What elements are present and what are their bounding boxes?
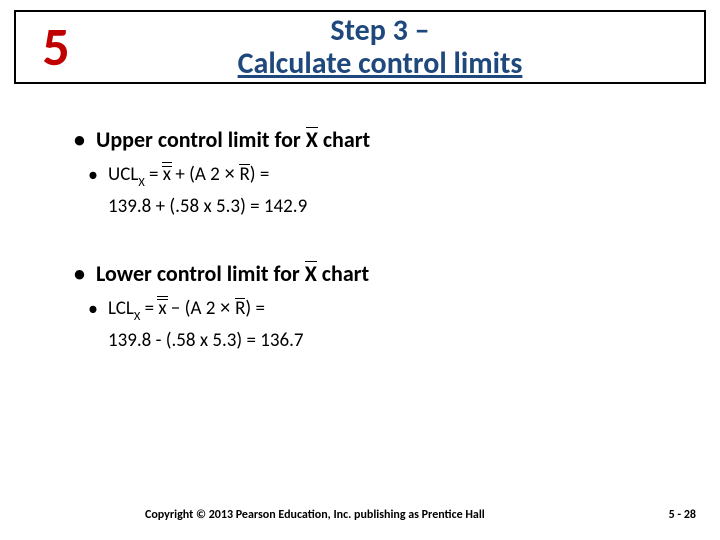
xbar-symbol: X xyxy=(306,126,318,153)
title-line-1: Step 3 – xyxy=(96,14,664,47)
copyright: Copyright © 2013 Pearson Education, Inc.… xyxy=(145,508,485,522)
lower-heading: Lower control limit for X chart xyxy=(96,260,636,287)
lcl-label: LCL xyxy=(108,297,134,320)
times-icon: × xyxy=(220,298,231,319)
xbar-symbol: X xyxy=(305,260,317,287)
r-bar: R xyxy=(239,163,249,186)
chapter-number: 5 xyxy=(16,20,96,74)
ucl-label: UCL xyxy=(108,163,138,186)
upper-formula-numeric: 139.8 + (.58 x 5.3) = 142.9 xyxy=(108,195,636,218)
times-icon: × xyxy=(224,164,235,185)
upper-heading-suffix: chart xyxy=(318,126,370,153)
lcl-op: − (A 2 xyxy=(167,297,220,320)
lcl-subscript: X xyxy=(134,309,140,324)
upper-formula-symbolic: UCLX = x + (A 2 × R) = xyxy=(108,163,636,189)
ucl-subscript: X xyxy=(138,175,144,190)
title-box: 5 Step 3 – Calculate control limits xyxy=(14,10,706,84)
x-double-bar: x xyxy=(158,297,166,320)
page-number: 5 - 28 xyxy=(669,508,696,522)
lower-block: Lower control limit for X chart LCLX = x… xyxy=(96,260,636,352)
lower-heading-suffix: chart xyxy=(317,260,369,287)
upper-heading-prefix: Upper control limit for xyxy=(96,126,306,153)
ucl-close: ) = xyxy=(250,163,270,186)
lcl-close: ) = xyxy=(245,297,265,320)
body: Upper control limit for X chart UCLX = x… xyxy=(96,108,636,358)
lower-formula-numeric: 139.8 - (.58 x 5.3) = 136.7 xyxy=(108,329,636,352)
r-bar: R xyxy=(235,297,245,320)
lower-heading-prefix: Lower control limit for xyxy=(96,260,305,287)
slide: 5 Step 3 – Calculate control limits Uppe… xyxy=(0,0,720,540)
lower-formula-symbolic: LCLX = x − (A 2 × R) = xyxy=(108,297,636,323)
eq: = xyxy=(145,163,163,186)
ucl-op: + (A 2 xyxy=(171,163,224,186)
x-double-bar: x xyxy=(163,163,171,186)
eq: = xyxy=(140,297,158,320)
upper-heading: Upper control limit for X chart xyxy=(96,126,636,153)
title-line-2: Calculate control limits xyxy=(96,47,664,80)
slide-title: Step 3 – Calculate control limits xyxy=(96,14,704,80)
